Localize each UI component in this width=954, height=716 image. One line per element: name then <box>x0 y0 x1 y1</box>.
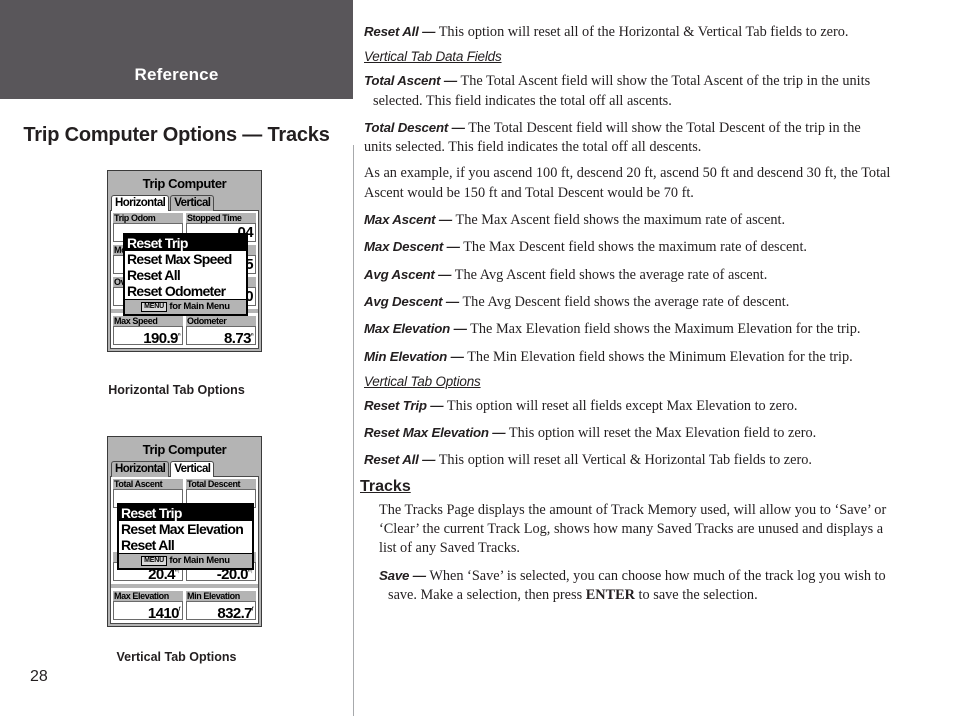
device-screenshot-vertical: Trip Computer Horizontal Vertical Total … <box>107 436 262 627</box>
device-field-value: 190.9ⁿ <box>113 326 183 345</box>
paragraph-tracks-intro: The Tracks Page displays the amount of T… <box>379 501 887 557</box>
device-field-odometer: Odometer 8.73ⁿ <box>186 316 256 345</box>
term-max-ascent: Max Ascent — <box>364 212 456 228</box>
term-save: Save — <box>379 567 430 583</box>
device-tab-vertical[interactable]: Vertical <box>170 461 215 477</box>
definition-reset-all: This option will reset all of the Horizo… <box>438 24 849 40</box>
paragraph-total-descent: Total Descent — The Total Descent field … <box>364 118 892 158</box>
paragraph-reset-all-top: Reset All — This option will reset all o… <box>364 22 892 42</box>
device-tabs-horizontal: Horizontal Vertical <box>110 195 259 211</box>
device-popup-menu-horizontal[interactable]: Reset Trip Reset Max Speed Reset All Res… <box>123 233 248 316</box>
device-field-label: Trip Odom <box>113 213 183 223</box>
device-field-label: Min Elevation <box>186 591 256 601</box>
device-field-value: 832.7ᶠ <box>186 601 256 620</box>
definition-min-elevation: The Min Elevation field shows the Minimu… <box>467 348 853 365</box>
definition-avg-ascent: The Avg Ascent field shows the average r… <box>454 266 768 283</box>
menu-key-icon: MENU <box>141 302 167 312</box>
paragraph-min-elevation: Min Elevation — The Min Elevation field … <box>364 347 892 367</box>
term-avg-descent: Avg Descent — <box>364 293 463 309</box>
popup-item-reset-all[interactable]: Reset All <box>119 537 252 553</box>
definition-avg-descent: The Avg Descent field shows the average … <box>462 293 790 310</box>
paragraph-reset-trip: Reset Trip — This option will reset all … <box>364 396 892 416</box>
paragraph-max-ascent: Max Ascent — The Max Ascent field shows … <box>364 210 892 230</box>
term-min-elevation: Min Elevation — <box>364 348 468 364</box>
device-field-label: Total Descent <box>186 479 256 489</box>
device-field-label: Max Elevation <box>113 591 183 601</box>
device-field-max-speed: Max Speed 190.9ⁿ <box>113 316 183 345</box>
definition-reset-trip: This option will reset all fields except… <box>446 397 798 414</box>
device-field-row: Max Elevation 1410ᶠ Min Elevation 832.7ᶠ <box>113 591 256 620</box>
paragraph-reset-max-elevation: Reset Max Elevation — This option will r… <box>364 423 892 443</box>
device-body-vertical: Total Ascent Total Descent 20.4ⁿ↑ -20.0ⁿ… <box>110 476 259 624</box>
term-reset-max-elevation: Reset Max Elevation — <box>364 425 509 441</box>
term-total-ascent: Total Ascent — <box>364 73 461 89</box>
popup-footer-text: for Main Menu <box>169 301 230 312</box>
subheading-vertical-tab-options: Vertical Tab Options <box>364 373 481 389</box>
popup-item-reset-odometer[interactable]: Reset Odometer <box>125 283 246 299</box>
device-field-value: 8.73ⁿ <box>186 326 256 345</box>
paragraph-save: Save — When ‘Save’ is selected, you can … <box>364 566 892 606</box>
popup-item-reset-all[interactable]: Reset All <box>125 267 246 283</box>
paragraph-max-elevation: Max Elevation — The Max Elevation field … <box>364 319 892 339</box>
definition-reset-max-elevation: This option will reset the Max Elevation… <box>508 425 817 442</box>
device-tabs-vertical: Horizontal Vertical <box>110 461 259 477</box>
device-screenshot-horizontal: Trip Computer Horizontal Vertical Trip O… <box>107 170 262 352</box>
term-reset-all-bottom: Reset All — <box>364 452 439 468</box>
device-field-label: Total Ascent <box>113 479 183 489</box>
term-avg-ascent: Avg Ascent — <box>364 266 455 282</box>
paragraph-max-descent: Max Descent — The Max Descent field show… <box>364 237 892 257</box>
popup-footer-hint: MENU for Main Menu <box>119 553 252 568</box>
paragraph-avg-ascent: Avg Ascent — The Avg Ascent field shows … <box>364 265 892 285</box>
popup-item-reset-max-elevation[interactable]: Reset Max Elevation <box>119 521 252 537</box>
page-title: Reference <box>134 65 219 84</box>
page-number: 28 <box>30 668 48 685</box>
column-divider <box>353 145 354 716</box>
paragraph-total-ascent: Total Ascent — The Total Ascent field wi… <box>364 71 892 111</box>
figure-caption-vertical: Vertical Tab Options <box>116 650 237 664</box>
popup-footer-text: for Main Menu <box>169 555 230 566</box>
definition-max-elevation: The Max Elevation field shows the Maximu… <box>470 321 861 338</box>
definition-max-ascent: The Max Ascent field shows the maximum r… <box>455 212 786 229</box>
popup-footer-hint: MENU for Main Menu <box>125 299 246 314</box>
device-field-label: Stopped Time <box>186 213 256 223</box>
figure-caption-horizontal: Horizontal Tab Options <box>108 383 245 397</box>
paragraph-reset-all-bottom: Reset All — This option will reset all V… <box>364 450 892 470</box>
term-reset-trip: Reset Trip — <box>364 397 447 413</box>
definition-save-b: to save the selection. <box>634 586 758 603</box>
popup-item-reset-trip[interactable]: Reset Trip <box>125 235 246 251</box>
term-reset-all: Reset All — <box>364 24 439 39</box>
menu-key-icon: MENU <box>141 556 167 566</box>
device-divider <box>111 584 258 588</box>
popup-item-reset-max-speed[interactable]: Reset Max Speed <box>125 251 246 267</box>
right-column: Reset All — This option will reset all o… <box>360 22 892 612</box>
paragraph-example: As an example, if you ascend 100 ft, des… <box>364 165 891 201</box>
device-tab-horizontal[interactable]: Horizontal <box>111 461 170 477</box>
section-title: Trip Computer Options — Tracks <box>23 124 330 146</box>
device-field-label: Odometer <box>186 316 256 326</box>
emphasis-enter-key: ENTER <box>585 586 635 603</box>
popup-item-reset-trip[interactable]: Reset Trip <box>119 505 252 521</box>
term-max-descent: Max Descent — <box>364 239 464 255</box>
manual-page: Reference Trip Computer Options — Tracks… <box>0 0 954 716</box>
subheading-vertical-tab-data-fields: Vertical Tab Data Fields <box>364 49 502 65</box>
device-field-value: 1410ᶠ <box>113 601 183 620</box>
device-body-horizontal: Trip Odom Stopped Time 04 Mo <box>110 210 259 349</box>
device-tab-horizontal[interactable]: Horizontal <box>111 195 170 211</box>
heading-tracks: Tracks <box>360 477 411 495</box>
device-field-max-elevation: Max Elevation 1410ᶠ <box>113 591 183 620</box>
reference-header-band: Reference <box>0 0 353 99</box>
left-column: Reference Trip Computer Options — Tracks… <box>0 0 353 716</box>
device-field-label: Max Speed <box>113 316 183 326</box>
device-field-row: Max Speed 190.9ⁿ Odometer 8.73ⁿ <box>113 316 256 345</box>
device-popup-menu-vertical[interactable]: Reset Trip Reset Max Elevation Reset All… <box>117 503 254 570</box>
term-max-elevation: Max Elevation — <box>364 321 471 337</box>
definition-max-descent: The Max Descent field shows the maximum … <box>463 239 808 256</box>
device-title-horizontal: Trip Computer <box>110 173 259 195</box>
device-title-vertical: Trip Computer <box>110 439 259 461</box>
definition-reset-all-bottom: This option will reset all Vertical & Ho… <box>438 452 812 469</box>
paragraph-avg-descent: Avg Descent — The Avg Descent field show… <box>364 292 892 312</box>
device-tab-vertical[interactable]: Vertical <box>170 195 215 211</box>
device-field-min-elevation: Min Elevation 832.7ᶠ <box>186 591 256 620</box>
term-total-descent: Total Descent — <box>364 119 469 135</box>
